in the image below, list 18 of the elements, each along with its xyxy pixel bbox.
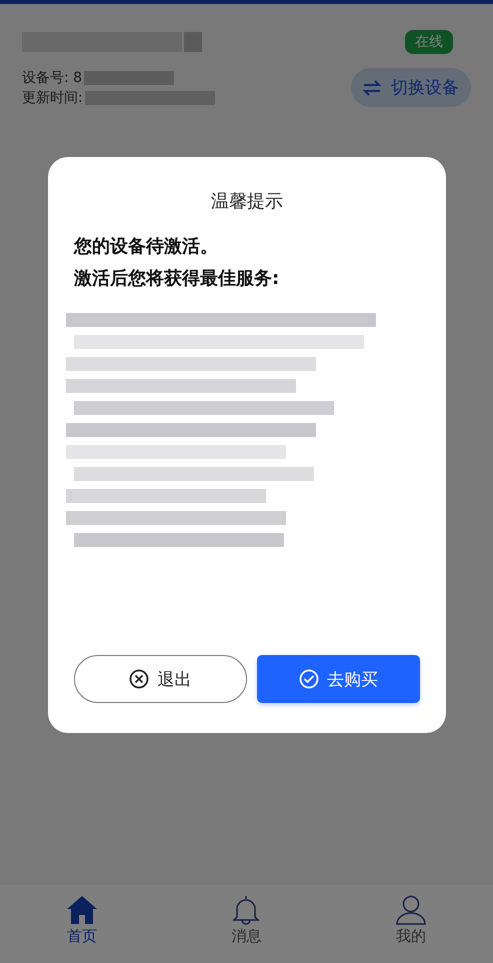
dialog-message: 您的设备待激活。 [74, 235, 219, 259]
dialog-title: 温馨提示 [211, 190, 283, 213]
status-badge: 在线 [405, 30, 453, 54]
update-time-label: 更新时间: [22, 88, 83, 106]
dialog-message: 激活后您将获得最佳服务: [74, 267, 280, 291]
bell-icon [230, 895, 262, 925]
tab[interactable]: 消息 [211, 895, 282, 963]
exit-button[interactable]: 退出 [74, 655, 247, 703]
home-icon [66, 895, 98, 925]
tab[interactable]: 首页 [47, 895, 118, 963]
close-circle-icon [129, 669, 150, 689]
swap-icon [363, 80, 381, 96]
check-circle-icon [298, 669, 319, 689]
switch-device-button[interactable]: 切换设备 [351, 68, 471, 107]
user-icon [394, 895, 427, 925]
device-id-label: 设备号: 8 [22, 68, 82, 86]
buy-button[interactable]: 去购买 [256, 655, 420, 703]
tab[interactable]: 我的 [376, 895, 446, 963]
